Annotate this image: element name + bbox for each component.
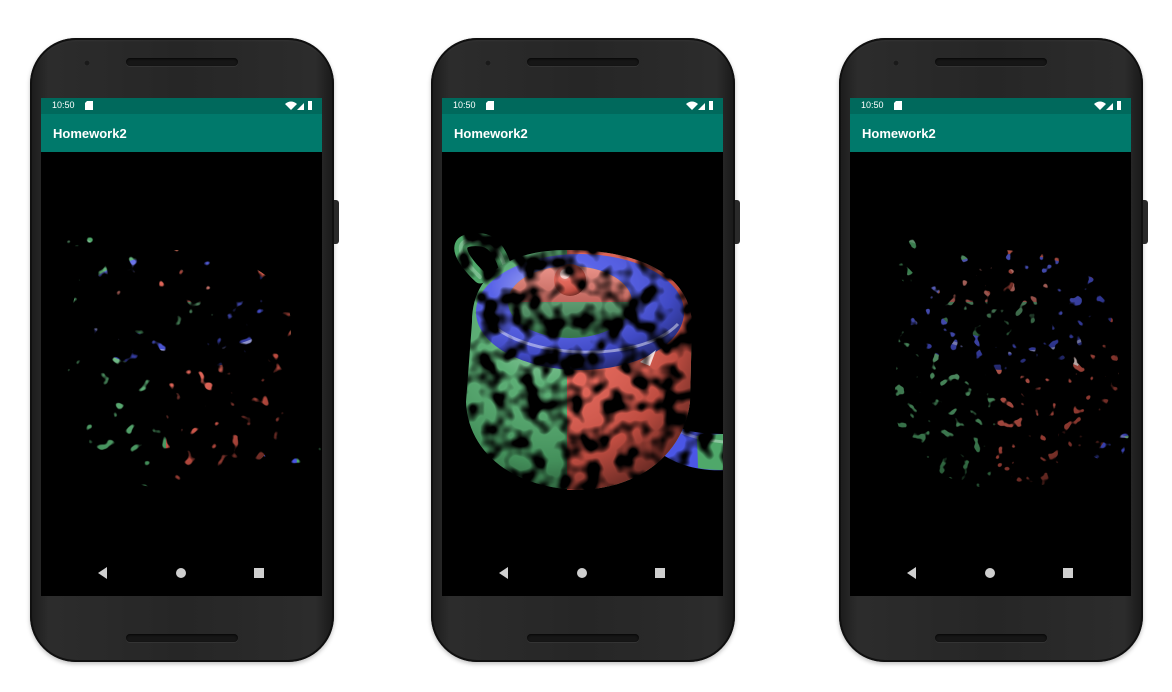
back-icon[interactable]: [897, 558, 927, 588]
status-bar: 10:50: [850, 98, 1131, 114]
recents-icon[interactable]: [244, 558, 274, 588]
system-icons: [285, 101, 312, 110]
power-button: [1143, 200, 1148, 244]
battery-icon: [308, 101, 312, 110]
status-bar: 10:50: [41, 98, 322, 114]
app-bar: Homework2: [850, 114, 1131, 152]
sd-card-icon: [486, 101, 494, 110]
system-icons: [1094, 101, 1121, 110]
status-bar: 10:50: [442, 98, 723, 114]
recents-icon[interactable]: [645, 558, 675, 588]
app-title: Homework2: [53, 126, 127, 141]
sd-card-icon: [894, 101, 902, 110]
phone-1: 10:50 Homework2: [30, 38, 339, 662]
sd-card-icon: [85, 101, 93, 110]
home-icon[interactable]: [975, 558, 1005, 588]
earpiece-speaker: [126, 58, 238, 66]
signal-icon: [297, 103, 304, 110]
bottom-speaker: [935, 634, 1047, 642]
phone-2: 10:50 Homework2: [431, 38, 740, 662]
app-bar: Homework2: [442, 114, 723, 152]
battery-icon: [1117, 101, 1121, 110]
navigation-bar: [41, 558, 322, 588]
back-icon[interactable]: [88, 558, 118, 588]
wifi-icon: [686, 101, 698, 110]
battery-icon: [709, 101, 713, 110]
screen: 10:50 Homework2: [850, 98, 1131, 596]
signal-icon: [1106, 103, 1113, 110]
wifi-icon: [1094, 101, 1106, 110]
wifi-icon: [285, 101, 297, 110]
earpiece-speaker: [935, 58, 1047, 66]
navigation-bar: [442, 558, 723, 588]
back-icon[interactable]: [489, 558, 519, 588]
home-icon[interactable]: [567, 558, 597, 588]
status-time: 10:50: [453, 100, 476, 110]
power-button: [334, 200, 339, 244]
bottom-speaker: [527, 634, 639, 642]
earpiece-speaker: [527, 58, 639, 66]
screen: 10:50 Homework2: [442, 98, 723, 596]
status-time: 10:50: [52, 100, 75, 110]
navigation-bar: [850, 558, 1131, 588]
recents-icon[interactable]: [1053, 558, 1083, 588]
app-title: Homework2: [862, 126, 936, 141]
home-icon[interactable]: [166, 558, 196, 588]
front-camera: [485, 60, 491, 66]
front-camera: [84, 60, 90, 66]
front-camera: [893, 60, 899, 66]
gl-surface-teapot[interactable]: [41, 152, 322, 540]
bottom-speaker: [126, 634, 238, 642]
screen: 10:50 Homework2: [41, 98, 322, 596]
status-time: 10:50: [861, 100, 884, 110]
app-bar: Homework2: [41, 114, 322, 152]
phone-3: 10:50 Homework2: [839, 38, 1148, 662]
signal-icon: [698, 103, 705, 110]
gl-surface-teapot[interactable]: [442, 152, 723, 540]
system-icons: [686, 101, 713, 110]
app-title: Homework2: [454, 126, 528, 141]
power-button: [735, 200, 740, 244]
gl-surface-teapot[interactable]: [850, 152, 1131, 540]
